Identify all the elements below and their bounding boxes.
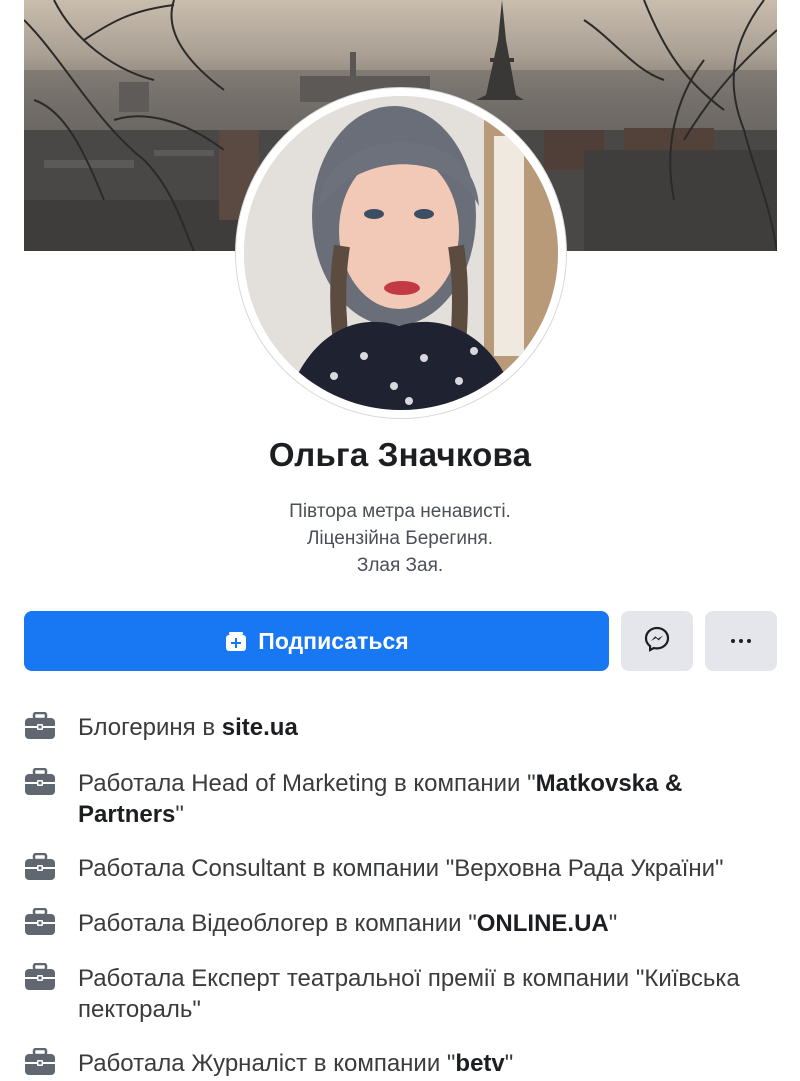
briefcase-icon — [24, 852, 56, 881]
bio-line: Ліцензійна Берегиня. — [306, 528, 494, 549]
work-text: Работала Експерт театральної премії в ко… — [78, 965, 740, 1023]
work-org-link[interactable]: betv — [455, 1050, 504, 1077]
work-item: Работала Consultant в компании "Верховна… — [24, 852, 784, 884]
work-text: Работала Відеоблогер в компании "ONLINE.… — [78, 910, 618, 937]
briefcase-icon — [24, 1047, 56, 1076]
avatar-image — [244, 96, 558, 410]
profile-name: Ольга Значкова — [268, 436, 532, 473]
work-text: Работала Consultant в компании "Верховна… — [78, 855, 724, 882]
work-text: Работала Журналіст в компании "betv" — [78, 1050, 514, 1077]
briefcase-icon — [24, 711, 56, 740]
briefcase-icon — [24, 907, 56, 936]
more-button[interactable] — [705, 611, 777, 671]
subscribe-button[interactable]: Подписаться — [24, 611, 609, 671]
profile-bio: Півтора метра ненависті. Ліцензійна Бере… — [0, 498, 800, 579]
add-friend-icon — [224, 629, 248, 653]
messenger-icon — [644, 626, 670, 657]
work-text: Работала Head of Marketing в компании "M… — [78, 770, 683, 828]
work-org-link[interactable]: ONLINE.UA — [477, 910, 609, 937]
briefcase-icon — [24, 767, 56, 796]
more-dots-icon — [731, 639, 751, 643]
work-text: Блогериня в site.ua — [78, 714, 298, 741]
work-item: Работала Журналіст в компании "betv" — [24, 1047, 784, 1079]
work-item: Блогериня в site.ua — [24, 711, 784, 743]
work-item: Работала Експерт театральної премії в ко… — [24, 962, 784, 1025]
subscribe-label: Подписаться — [258, 627, 409, 654]
profile-avatar[interactable] — [244, 96, 558, 410]
bio-line: Півтора метра ненависті. — [289, 501, 511, 522]
messenger-button[interactable] — [621, 611, 693, 671]
work-item: Работала Head of Marketing в компании "M… — [24, 767, 784, 830]
briefcase-icon — [24, 962, 56, 991]
work-item: Работала Відеоблогер в компании "ONLINE.… — [24, 907, 784, 939]
work-org-link[interactable]: site.ua — [222, 714, 298, 741]
bio-line: Злая Зая. — [356, 555, 444, 576]
